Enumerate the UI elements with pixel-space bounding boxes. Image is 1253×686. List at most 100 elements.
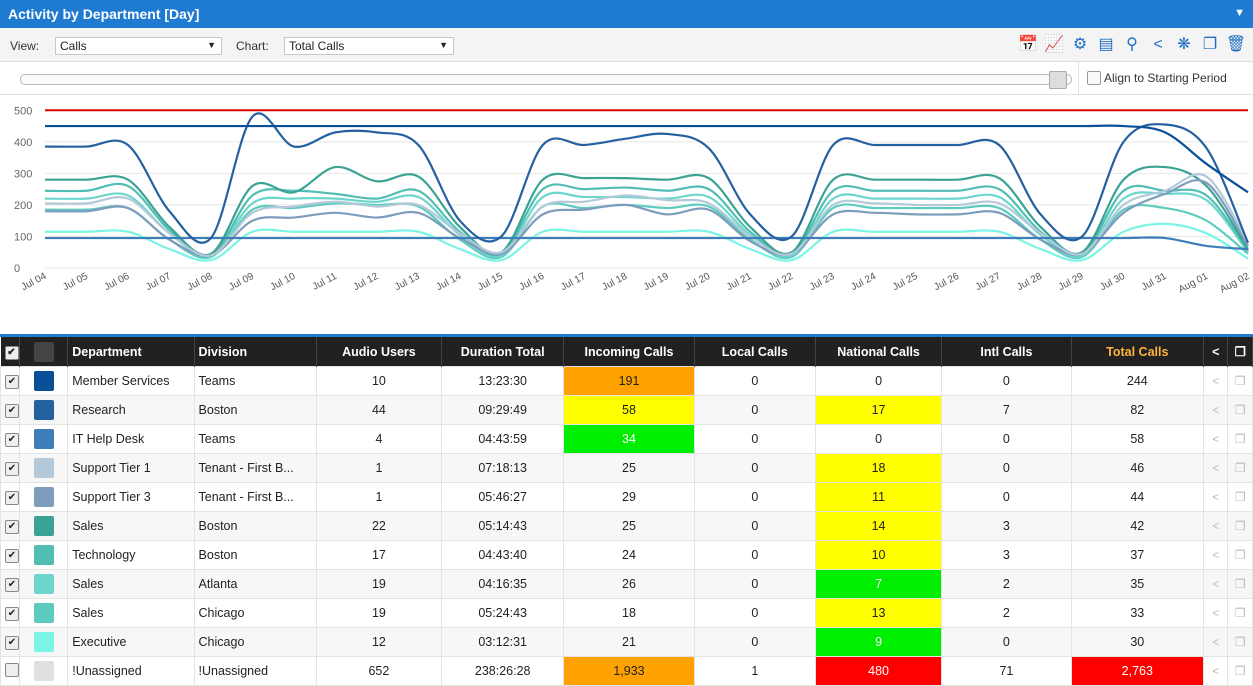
x-tick-label: Jul 10 — [269, 271, 298, 293]
col-total-calls[interactable]: Total Calls — [1071, 337, 1205, 367]
copy-icon[interactable]: ❐ — [1227, 482, 1253, 512]
row-checkbox-cell[interactable]: ✔ — [0, 511, 21, 541]
local-calls-cell: 0 — [693, 569, 816, 599]
share-icon[interactable]: < — [1203, 656, 1229, 686]
share-icon[interactable]: < — [1203, 424, 1229, 454]
copy-icon[interactable]: ❐ — [1227, 453, 1253, 483]
report-icon[interactable]: ▤ — [1095, 35, 1117, 55]
row-checkbox-cell[interactable]: ✔ — [0, 395, 21, 425]
copy-icon[interactable]: ❐ — [1227, 511, 1253, 541]
x-tick-label: Jul 21 — [725, 271, 754, 293]
row-checkbox[interactable]: ✔ — [5, 636, 19, 650]
x-tick-label: Jul 23 — [808, 271, 837, 293]
table-row[interactable]: ✔ Sales Chicago 19 05:24:43 18 0 13 2 33 < ❐ — [0, 598, 1253, 628]
copy-icon[interactable]: ❐ — [1199, 35, 1221, 55]
row-checkbox-cell[interactable]: ✔ — [0, 482, 21, 512]
row-checkbox[interactable]: ✔ — [5, 491, 19, 505]
table-row[interactable]: !Unassigned !Unassigned 652 238:26:28 1,933 1… — [0, 656, 1253, 686]
share-icon[interactable]: < — [1203, 511, 1229, 541]
chart-type-icon[interactable]: 📈 — [1043, 35, 1065, 55]
row-checkbox-cell[interactable] — [0, 656, 21, 686]
row-checkbox[interactable]: ✔ — [5, 375, 19, 389]
series-line[interactable] — [44, 173, 1249, 257]
col-local-calls[interactable]: Local Calls — [694, 337, 816, 367]
row-checkbox-cell[interactable]: ✔ — [0, 366, 21, 396]
gears-icon[interactable]: ⚙ — [1069, 35, 1091, 55]
view-label: View: — [10, 39, 40, 53]
share-icon[interactable]: < — [1203, 395, 1229, 425]
copy-icon[interactable]: ❐ — [1227, 627, 1253, 657]
copy-icon[interactable]: ❐ — [1227, 540, 1253, 570]
row-checkbox-cell[interactable]: ✔ — [0, 598, 21, 628]
table-row[interactable]: ✔ Member Services Teams 10 13:23:30 191 0 0 0 244… — [0, 366, 1253, 396]
chevron-down-icon[interactable]: ▼ — [1234, 7, 1245, 19]
y-tick-label: 100 — [14, 231, 32, 243]
copy-icon[interactable]: ❐ — [1227, 656, 1253, 686]
color-swatch — [33, 661, 54, 681]
intl-calls-cell: 2 — [941, 569, 1072, 599]
row-checkbox[interactable]: ✔ — [5, 520, 19, 534]
table-row[interactable]: ✔ Sales Boston 22 05:14:43 25 0 14 3 42 < ❐ — [0, 511, 1253, 541]
view-select[interactable]: Calls ▼ — [55, 37, 222, 55]
table-row[interactable]: ✔ Research Boston 44 09:29:49 58 0 17 7 82 < ❐ — [0, 395, 1253, 425]
zoom-icon[interactable]: ⚲ — [1121, 35, 1143, 55]
row-checkbox-cell[interactable]: ✔ — [0, 453, 21, 483]
local-calls-cell: 0 — [693, 453, 816, 483]
row-checkbox[interactable]: ✔ — [5, 433, 19, 447]
col-department[interactable]: Department — [67, 337, 195, 367]
col-incoming-calls[interactable]: Incoming Calls — [563, 337, 695, 367]
row-checkbox[interactable]: ✔ — [5, 578, 19, 592]
incoming-calls-cell: 21 — [563, 627, 695, 657]
table-row[interactable]: ✔ Support Tier 3 Tenant - First B... 1 05:46… — [0, 482, 1253, 512]
copy-icon[interactable]: ❐ — [1227, 598, 1253, 628]
row-checkbox-cell[interactable]: ✔ — [0, 569, 21, 599]
row-checkbox[interactable]: ✔ — [5, 607, 19, 621]
settings-icon[interactable]: ❋ — [1173, 35, 1195, 55]
share-icon[interactable]: < — [1203, 337, 1229, 367]
color-swatch-cell — [19, 395, 69, 425]
table-row[interactable]: ✔ Sales Atlanta 19 04:16:35 26 0 7 2 35 < ❐ — [0, 569, 1253, 599]
row-checkbox[interactable]: ✔ — [5, 462, 19, 476]
incoming-calls-cell: 29 — [563, 482, 695, 512]
table-row[interactable]: ✔ IT Help Desk Teams 4 04:43:59 34 0 0 0 58 < ❐ — [0, 424, 1253, 454]
copy-icon[interactable]: ❐ — [1227, 337, 1253, 367]
col-intl-calls[interactable]: Intl Calls — [941, 337, 1072, 367]
intl-calls-cell: 7 — [941, 395, 1072, 425]
table-row[interactable]: ✔ Support Tier 1 Tenant - First B... 1 07:18… — [0, 453, 1253, 483]
calendar-icon[interactable]: 📅 — [1017, 35, 1039, 55]
select-all-header[interactable]: ✔ — [0, 337, 21, 367]
col-audio-users[interactable]: Audio Users — [316, 337, 443, 367]
share-icon[interactable]: < — [1203, 482, 1229, 512]
row-checkbox[interactable]: ✔ — [5, 404, 19, 418]
row-checkbox-cell[interactable]: ✔ — [0, 540, 21, 570]
row-checkbox-cell[interactable]: ✔ — [0, 424, 21, 454]
range-slider-handle[interactable] — [1049, 71, 1067, 89]
copy-icon[interactable]: ❐ — [1227, 366, 1253, 396]
share-icon[interactable]: < — [1203, 540, 1229, 570]
row-checkbox-cell[interactable]: ✔ — [0, 627, 21, 657]
row-checkbox[interactable] — [5, 662, 19, 677]
share-icon[interactable]: < — [1203, 627, 1229, 657]
chart-select[interactable]: Total Calls ▼ — [284, 37, 454, 55]
range-slider-track[interactable] — [20, 74, 1072, 85]
copy-icon[interactable]: ❐ — [1227, 395, 1253, 425]
share-icon[interactable]: < — [1203, 366, 1229, 396]
color-swatch-header — [33, 341, 54, 362]
trash-icon[interactable]: 🗑 — [1225, 35, 1247, 55]
share-icon[interactable]: < — [1203, 598, 1229, 628]
share-icon[interactable]: < — [1203, 453, 1229, 483]
share-icon[interactable]: < — [1147, 35, 1169, 55]
col-national-calls[interactable]: National Calls — [815, 337, 943, 367]
table-row[interactable]: ✔ Executive Chicago 12 03:12:31 21 0 9 0 30 < ❐ — [0, 627, 1253, 657]
audio-users-cell: 22 — [315, 511, 443, 541]
col-division[interactable]: Division — [194, 337, 317, 367]
share-icon[interactable]: < — [1203, 569, 1229, 599]
align-checkbox[interactable] — [1087, 71, 1101, 85]
copy-icon[interactable]: ❐ — [1227, 424, 1253, 454]
select-all-checkbox[interactable]: ✔ — [4, 345, 19, 360]
col-duration-total[interactable]: Duration Total — [441, 337, 565, 367]
x-tick-label: Aug 02 — [1218, 271, 1252, 296]
row-checkbox[interactable]: ✔ — [5, 549, 19, 563]
table-row[interactable]: ✔ Technology Boston 17 04:43:40 24 0 10 3 37 < ❐ — [0, 540, 1253, 570]
copy-icon[interactable]: ❐ — [1227, 569, 1253, 599]
